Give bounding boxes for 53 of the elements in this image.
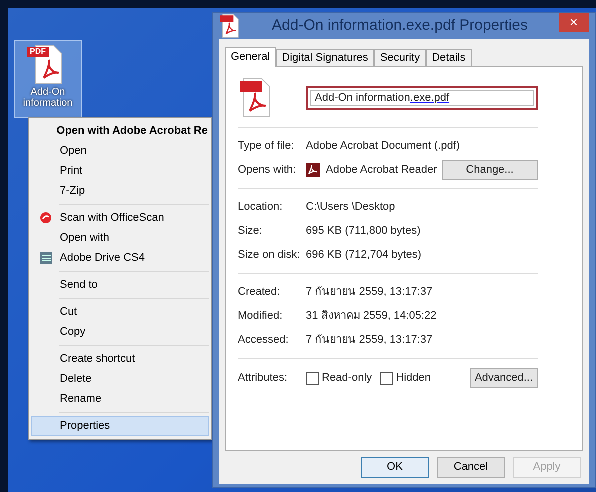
menu-item[interactable]: Scan with OfficeScan	[31, 208, 209, 228]
menu-item[interactable]: Rename	[31, 389, 209, 409]
field-label: Accessed:	[238, 332, 290, 348]
field-value: 31 สิงหาคม 2559, 14:05:22	[306, 308, 437, 324]
menu-item[interactable]: Print	[31, 161, 209, 181]
tab[interactable]: Security	[374, 49, 426, 66]
checkbox[interactable]	[380, 372, 394, 384]
menu-item[interactable]: Copy	[31, 322, 209, 342]
menu-item[interactable]: 7-Zip	[31, 181, 209, 201]
field-value: 7 กันยายน 2559, 13:17:37	[306, 332, 433, 348]
dialog-button[interactable]: Cancel	[437, 457, 505, 478]
field-label: Attributes:	[238, 370, 289, 386]
dialog-button[interactable]: OK	[361, 457, 429, 478]
window-title: Add-On information.exe.pdf Properties	[271, 16, 529, 36]
menu-item[interactable]: Adobe Drive CS4	[31, 248, 209, 268]
pdf-file-icon	[219, 13, 241, 39]
drive-icon	[40, 252, 52, 264]
file-label: Add-On information	[22, 87, 74, 109]
file-name-field[interactable]: Add-On information.exe.pdf	[306, 86, 538, 110]
app-icon	[306, 163, 320, 177]
field-value: 695 KB (711,800 bytes)	[306, 224, 421, 239]
field-value: Adobe Acrobat Reader	[326, 162, 438, 178]
field-label: Type of file:	[238, 138, 296, 154]
menu-item[interactable]: Open	[31, 141, 209, 161]
field-value: 696 KB (712,704 bytes)	[306, 248, 422, 263]
field-label: Size on disk:	[238, 248, 302, 263]
checkbox-label: Read-only	[322, 370, 372, 386]
desktop-file-icon[interactable]: PDF Add-On information	[14, 40, 82, 118]
menu-item[interactable]: Properties	[31, 416, 209, 436]
pdf-badge: PDF	[27, 47, 49, 57]
change-button[interactable]: Change...	[442, 160, 538, 180]
field-label: Opens with:	[238, 162, 298, 178]
field-value: C:\Users \Desktop	[306, 200, 396, 215]
menu-item[interactable]: Send to	[31, 275, 209, 295]
field-value: 7 กันยายน 2559, 13:17:37	[306, 284, 433, 300]
checkbox-label: Hidden	[396, 370, 431, 386]
menu-item[interactable]: Open with	[31, 228, 209, 248]
tab[interactable]: General	[225, 47, 276, 67]
field-label: Modified:	[238, 308, 284, 324]
advanced-button[interactable]: Advanced...	[470, 368, 538, 388]
menu-item[interactable]: Open with Adobe Acrobat Re	[31, 121, 209, 141]
menu-item[interactable]: Cut	[31, 302, 209, 322]
tab[interactable]: Digital Signatures	[276, 49, 374, 66]
menu-item[interactable]: Create shortcut	[31, 349, 209, 369]
close-button[interactable]: ×	[559, 12, 589, 32]
field-label: Size:	[238, 224, 264, 239]
tab[interactable]: Details	[426, 49, 472, 66]
menu-item[interactable]: Delete	[31, 369, 209, 389]
field-label: Created:	[238, 284, 282, 300]
checkbox[interactable]	[306, 372, 319, 384]
scan-icon	[40, 212, 52, 224]
field-label: Location:	[238, 200, 284, 215]
field-value: Adobe Acrobat Document (.pdf)	[306, 138, 460, 154]
